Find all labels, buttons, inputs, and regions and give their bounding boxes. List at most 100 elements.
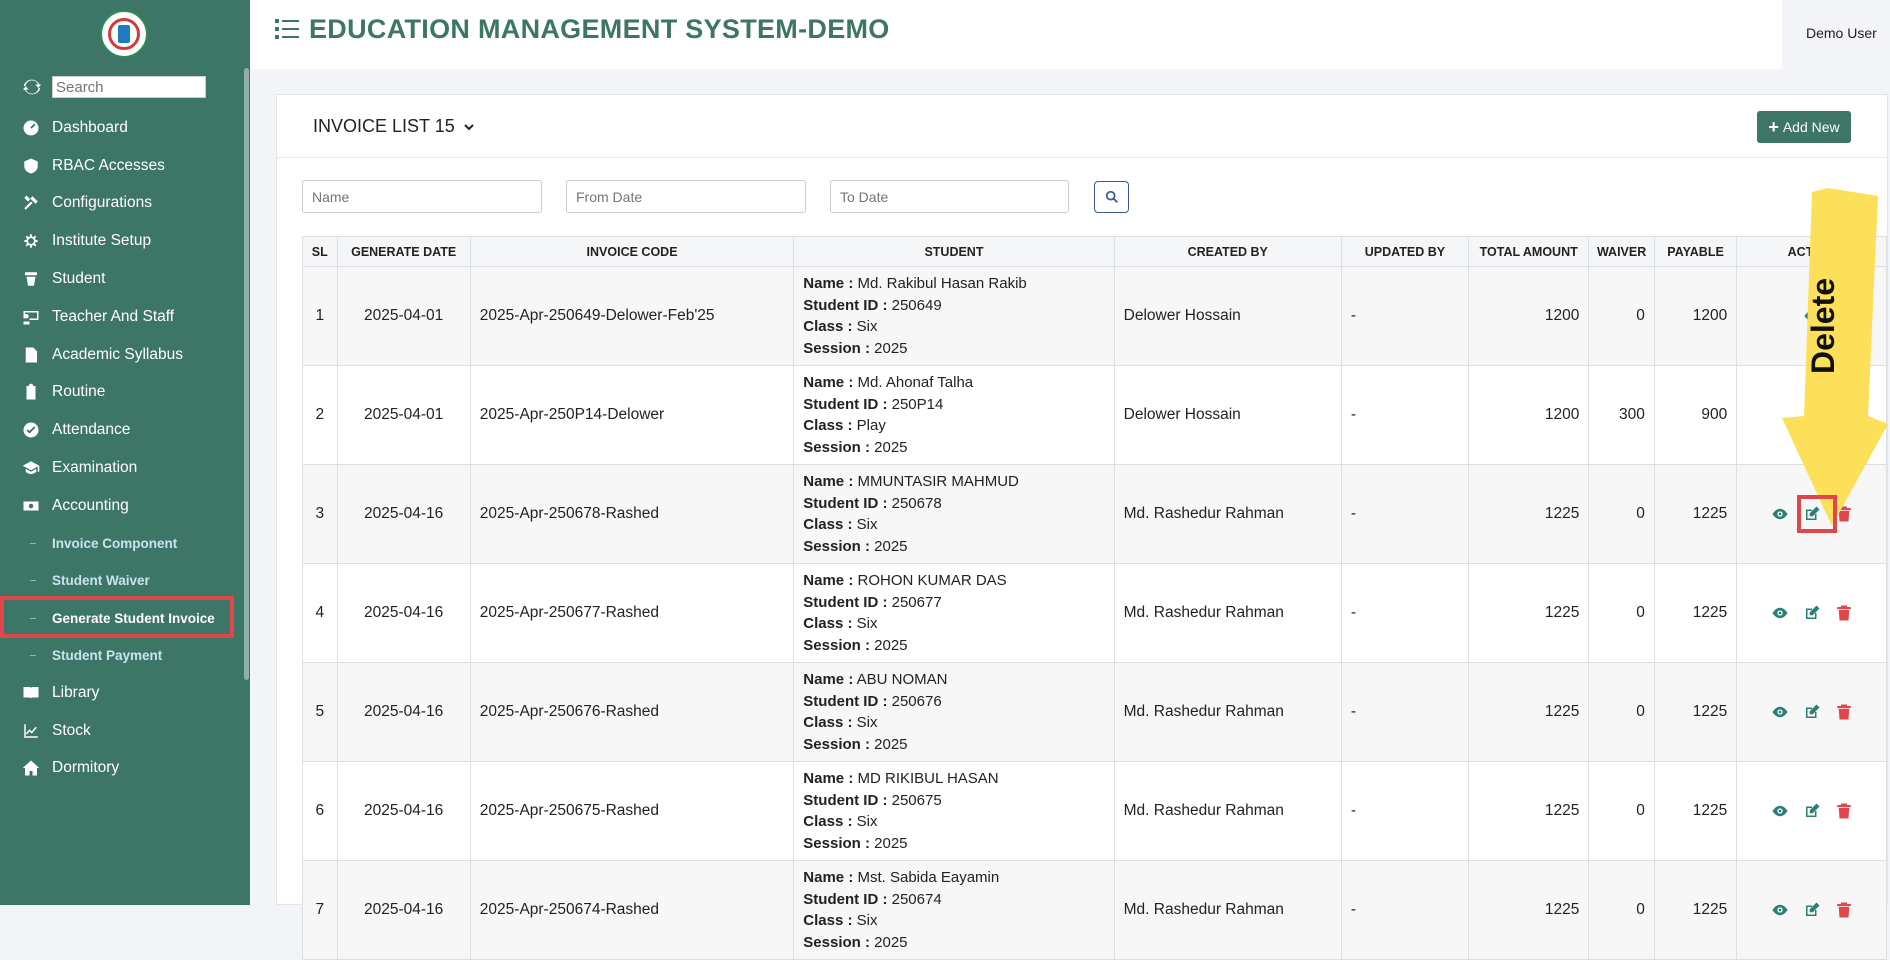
student-class: Play — [856, 417, 886, 434]
sidebar-scrollbar[interactable] — [244, 68, 249, 680]
cell-action — [1736, 860, 1887, 960]
cell-total-amount: 1225 — [1468, 761, 1590, 861]
institution-logo[interactable] — [100, 10, 148, 58]
bullet-dash — [30, 580, 36, 582]
student-id: 250675 — [891, 791, 942, 809]
label-class: Class : — [803, 615, 853, 632]
sidebar-item-dormitory[interactable]: Dormitory — [0, 750, 250, 788]
sidebar-item-configurations[interactable]: Configurations — [0, 185, 250, 223]
sidebar-item-stock[interactable]: Stock — [0, 712, 250, 750]
invoice-list-title[interactable]: INVOICE LIST 15 — [313, 116, 475, 137]
sidebar: Dashboard RBAC Accesses Configurations Inst… — [0, 0, 250, 905]
student-id: 250677 — [891, 593, 942, 611]
delete-trash-icon[interactable] — [1835, 901, 1853, 919]
label-session: Session : — [803, 537, 870, 555]
label-class: Class : — [803, 417, 853, 434]
table-row: 4 2025-04-16 2025-Apr-250677-Rashed Name : … — [302, 563, 1887, 663]
add-new-button[interactable]: + Add New — [1757, 111, 1851, 143]
chart-line-icon — [24, 723, 38, 738]
student-session: 2025 — [874, 933, 908, 951]
label-name: Name : — [803, 473, 854, 490]
cell-generate-date: 2025-04-16 — [336, 761, 471, 861]
delete-trash-icon[interactable] — [1835, 802, 1853, 820]
cell-invoice-code: 2025-Apr-250P14-Delower — [469, 365, 795, 465]
column-header: TOTAL AMOUNT — [1468, 236, 1590, 267]
sidebar-item-routine[interactable]: Routine — [0, 374, 250, 412]
view-eye-icon[interactable] — [1771, 703, 1789, 721]
student-session: 2025 — [874, 537, 908, 555]
cell-generate-date: 2025-04-16 — [336, 860, 471, 960]
view-eye-icon[interactable] — [1771, 901, 1789, 919]
sidebar-subitem-student-waiver[interactable]: Student Waiver — [0, 562, 250, 599]
label-name: Name : — [803, 671, 854, 688]
refresh-icon[interactable] — [22, 77, 42, 97]
table-row: 7 2025-04-16 2025-Apr-250674-Rashed Name : … — [302, 860, 1887, 960]
cell-total-amount: 1225 — [1468, 464, 1590, 564]
cell-updated-by: - — [1340, 464, 1470, 564]
sidebar-search-input[interactable] — [52, 76, 206, 98]
cell-student: Name : Md. Rakibul Hasan Rakib Student ID… — [793, 266, 1115, 366]
user-menu[interactable]: Demo User — [1782, 0, 1890, 67]
edit-icon[interactable] — [1803, 901, 1821, 919]
label-name: Name : — [803, 572, 854, 589]
sidebar-item-teacher-and-staff[interactable]: Teacher And Staff — [0, 298, 250, 336]
gear-icon — [24, 234, 38, 249]
name-filter-input[interactable] — [302, 180, 542, 213]
sidebar-item-label: Attendance — [52, 421, 131, 439]
student-name: Mst. Sabida Eayamin — [857, 869, 1000, 886]
sidebar-item-dashboard[interactable]: Dashboard — [0, 109, 250, 147]
table-row: 3 2025-04-16 2025-Apr-250678-Rashed Name : … — [302, 464, 1887, 564]
cell-sl: 3 — [302, 464, 338, 564]
clipboard-icon — [26, 384, 36, 400]
sidebar-item-student[interactable]: Student — [0, 260, 250, 298]
sidebar-item-accounting[interactable]: Accounting — [0, 487, 250, 525]
cell-created-by: Md. Rashedur Rahman — [1113, 761, 1342, 861]
invoice-list-card: INVOICE LIST 15 +Add New SLGENERATE DATE… — [276, 94, 1888, 960]
edit-icon[interactable] — [1803, 703, 1821, 721]
sidebar-item-rbac-accesses[interactable]: RBAC Accesses — [0, 147, 250, 185]
label-student-id: Student ID : — [803, 692, 888, 710]
table-row: 1 2025-04-01 2025-Apr-250649-Delower-Feb'2… — [302, 266, 1887, 366]
student-class: Six — [856, 714, 878, 731]
cell-generate-date: 2025-04-01 — [336, 266, 471, 366]
sidebar-item-attendance[interactable]: Attendance — [0, 411, 250, 449]
cell-updated-by: - — [1340, 266, 1470, 366]
column-header: UPDATED BY — [1340, 236, 1470, 267]
view-eye-icon[interactable] — [1771, 604, 1789, 622]
sidebar-nav: Dashboard RBAC Accesses Configurations Inst… — [0, 109, 250, 787]
from-date-input[interactable] — [566, 180, 806, 213]
edit-icon[interactable] — [1803, 802, 1821, 820]
student-name: MMUNTASIR MAHMUD — [857, 473, 1019, 490]
action-buttons — [1746, 703, 1877, 721]
label-student-id: Student ID : — [803, 593, 888, 611]
to-date-input[interactable] — [830, 180, 1069, 213]
cell-waiver: 0 — [1588, 464, 1655, 564]
label-student-id: Student ID : — [803, 494, 888, 512]
tools-icon — [24, 195, 38, 211]
sidebar-subitem-student-payment[interactable]: Student Payment — [0, 637, 250, 674]
edit-icon[interactable] — [1803, 604, 1821, 622]
view-eye-icon[interactable] — [1771, 802, 1789, 820]
document-icon — [25, 347, 37, 363]
student-name: Md. Ahonaf Talha — [857, 374, 974, 391]
sidebar-item-examination[interactable]: Examination — [0, 449, 250, 487]
sidebar-item-library[interactable]: Library — [0, 674, 250, 712]
delete-trash-icon[interactable] — [1835, 703, 1853, 721]
cell-student: Name : Mst. Sabida Eayamin Student ID : 2… — [793, 860, 1115, 960]
list-menu-icon[interactable] — [275, 18, 299, 40]
student-class: Six — [856, 318, 878, 335]
chevron-down-icon — [464, 123, 474, 130]
cell-waiver: 0 — [1588, 563, 1655, 663]
cell-invoice-code: 2025-Apr-250675-Rashed — [469, 761, 795, 861]
check-circle-icon — [23, 422, 39, 438]
sidebar-subitem-invoice-component[interactable]: Invoice Component — [0, 525, 250, 562]
cell-payable: 1225 — [1653, 662, 1738, 762]
sidebar-item-institute-setup[interactable]: Institute Setup — [0, 222, 250, 260]
cell-updated-by: - — [1340, 860, 1470, 960]
delete-trash-icon[interactable] — [1835, 604, 1853, 622]
sidebar-item-academic-syllabus[interactable]: Academic Syllabus — [0, 336, 250, 374]
student-id: 250P14 — [891, 395, 944, 413]
search-button[interactable] — [1094, 181, 1129, 213]
cell-student: Name : Md. Ahonaf Talha Student ID : 250P… — [793, 365, 1115, 465]
sidebar-item-label: Stock — [52, 721, 91, 739]
